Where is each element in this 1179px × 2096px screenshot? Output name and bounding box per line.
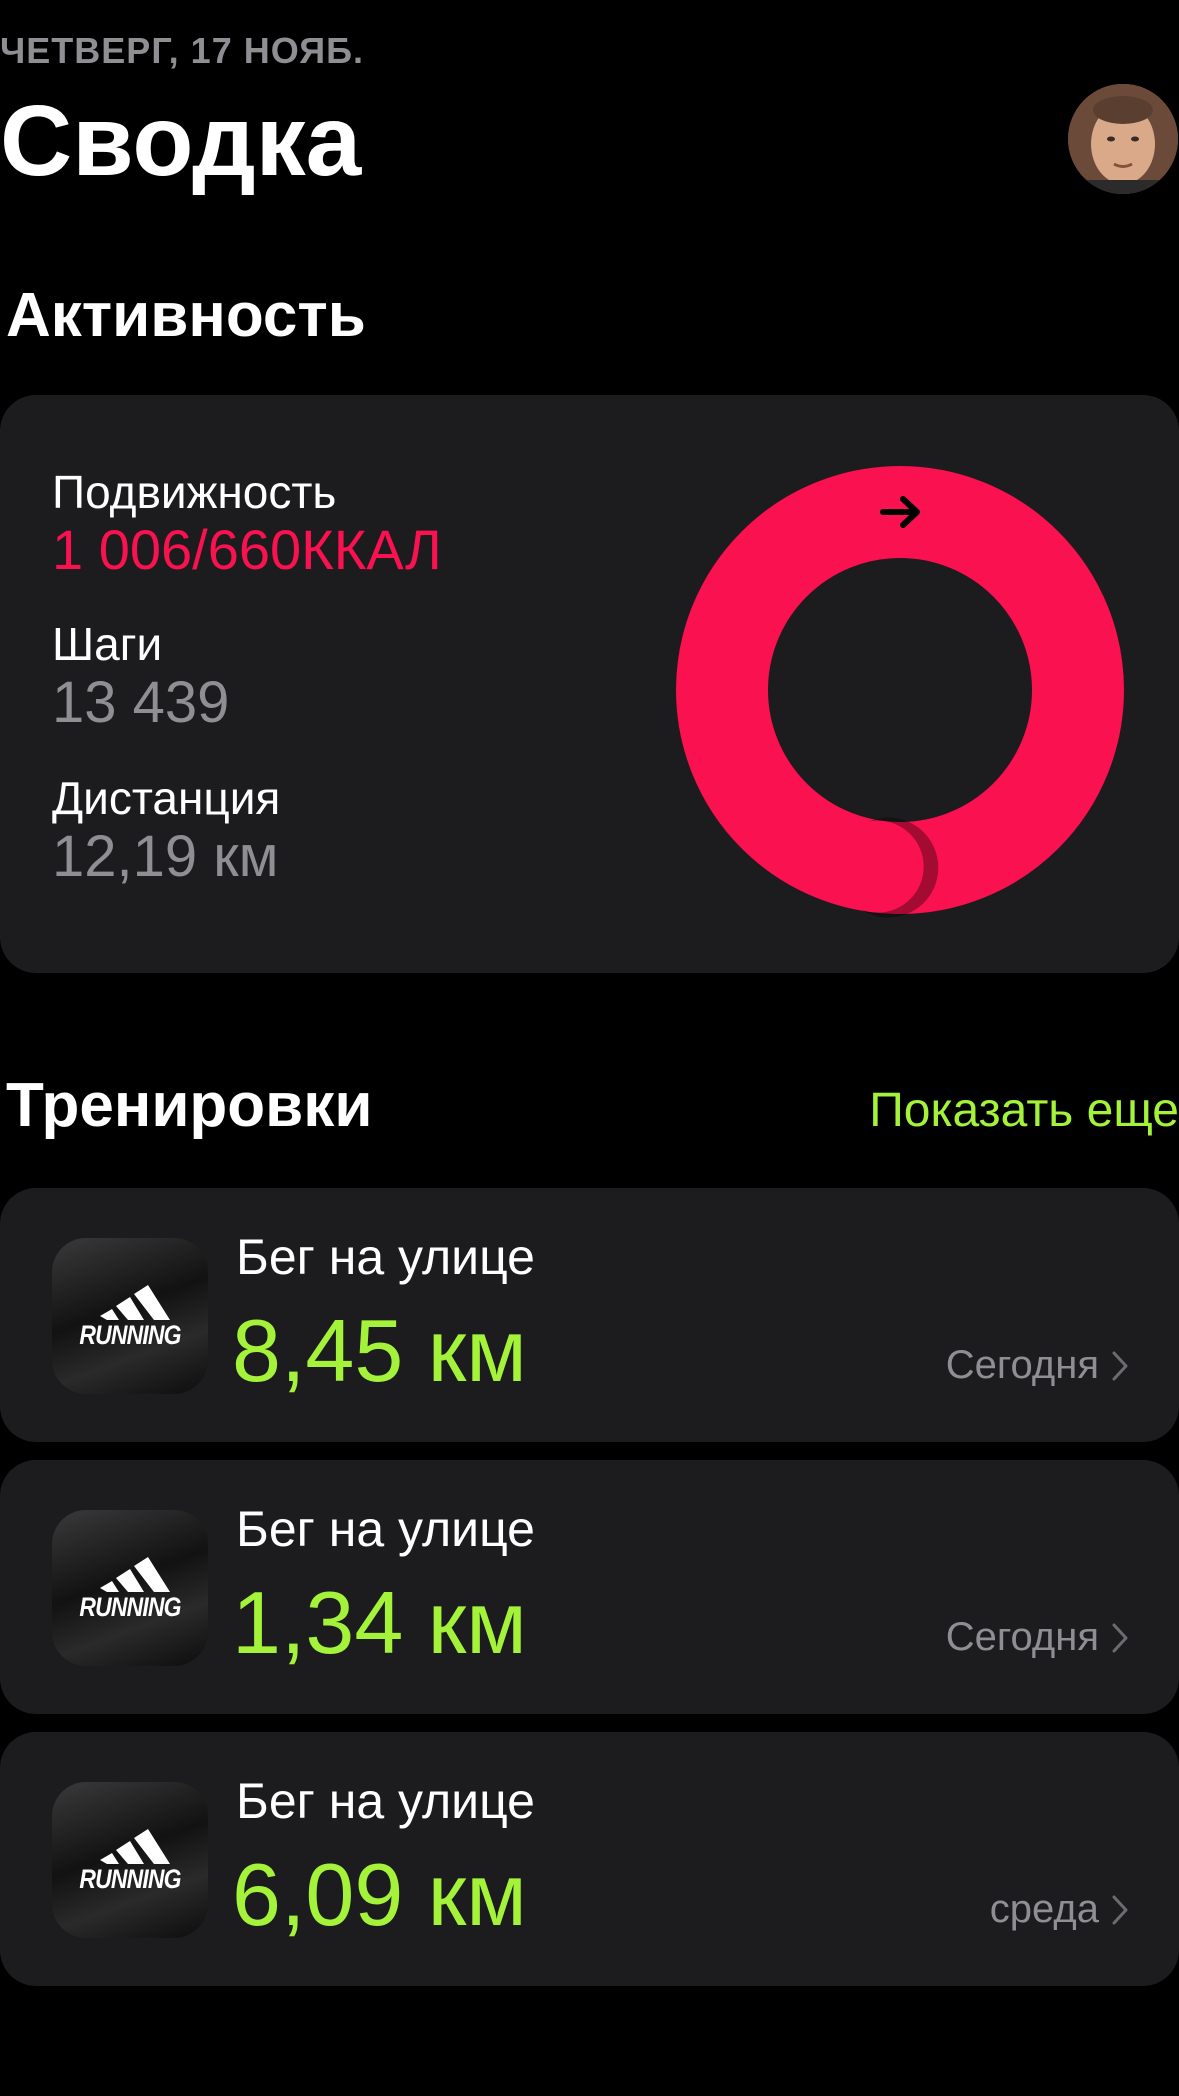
- page-title: Сводка: [0, 85, 362, 197]
- workout-card[interactable]: RUNNING Бег на улице 6,09 км среда: [0, 1732, 1179, 1986]
- steps-label: Шаги: [52, 618, 163, 670]
- avatar-face-icon: [1068, 84, 1178, 194]
- distance-label: Дистанция: [52, 772, 281, 824]
- activity-section-title: Активность: [6, 281, 366, 350]
- workouts-section-title: Тренировки: [6, 1071, 373, 1140]
- workout-card[interactable]: RUNNING Бег на улице 1,34 км Сегодня: [0, 1460, 1179, 1714]
- profile-avatar[interactable]: [1068, 84, 1178, 194]
- move-ring-progress: [676, 466, 1124, 914]
- workout-distance: 1,34 км: [232, 1573, 527, 1672]
- workout-name: Бег на улице: [236, 1501, 535, 1557]
- adidas-running-app-icon: RUNNING: [52, 1782, 208, 1938]
- move-label: Подвижность: [52, 466, 337, 518]
- move-ring: [676, 466, 1124, 918]
- workout-date: Сегодня: [945, 1343, 1099, 1387]
- move-ring-end-cap: [831, 820, 924, 913]
- workout-name: Бег на улице: [236, 1773, 535, 1829]
- workout-card[interactable]: RUNNING Бег на улице 8,45 км Сегодня: [0, 1188, 1179, 1442]
- steps-value: 13 439: [52, 670, 230, 735]
- date-label: ЧЕТВЕРГ, 17 НОЯБ.: [0, 30, 364, 71]
- app-icon-label: RUNNING: [79, 1592, 181, 1622]
- app-icon-label: RUNNING: [79, 1864, 181, 1894]
- adidas-logo-icon: [100, 1557, 170, 1592]
- distance-value: 12,19 км: [52, 824, 279, 889]
- workout-distance: 6,09 км: [232, 1845, 527, 1944]
- chevron-right-icon: [1112, 1351, 1128, 1381]
- chevron-right-icon: [1112, 1623, 1128, 1653]
- app-icon-label: RUNNING: [79, 1320, 181, 1350]
- move-value: 1 006/660ККАЛ: [52, 518, 442, 581]
- workout-name: Бег на улице: [236, 1229, 535, 1285]
- workout-date: среда: [989, 1887, 1099, 1931]
- workout-date: Сегодня: [945, 1615, 1099, 1659]
- adidas-logo-icon: [100, 1285, 170, 1320]
- adidas-running-app-icon: RUNNING: [52, 1510, 208, 1666]
- adidas-running-app-icon: RUNNING: [52, 1238, 208, 1394]
- chevron-right-icon: [1112, 1895, 1128, 1925]
- adidas-logo-icon: [100, 1829, 170, 1864]
- workout-distance: 8,45 км: [232, 1301, 527, 1400]
- show-more-link[interactable]: Показать еще: [869, 1083, 1179, 1138]
